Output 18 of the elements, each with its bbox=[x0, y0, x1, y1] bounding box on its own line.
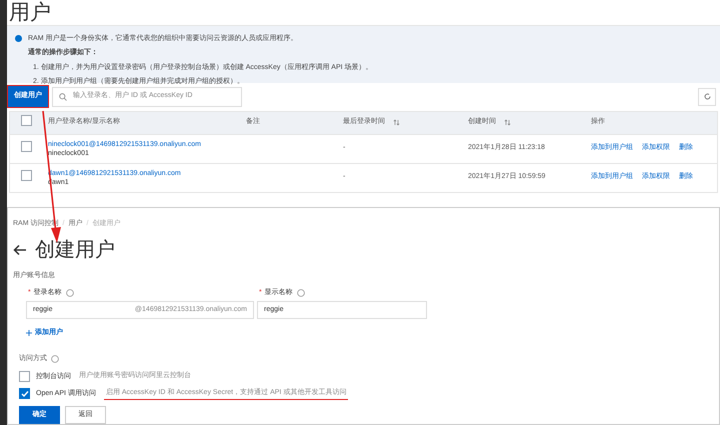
checkbox[interactable] bbox=[19, 388, 30, 400]
sort-icon[interactable] bbox=[393, 119, 400, 126]
checkbox[interactable] bbox=[21, 114, 32, 126]
sort-icon[interactable] bbox=[504, 119, 511, 126]
info-icon bbox=[15, 34, 22, 42]
checkbox[interactable] bbox=[19, 371, 30, 382]
checkbox[interactable] bbox=[21, 170, 32, 181]
plus-icon bbox=[26, 330, 32, 336]
page-title: 用户 bbox=[9, 2, 51, 23]
search-icon bbox=[59, 92, 67, 101]
help-icon bbox=[51, 354, 59, 363]
panel-title: 创建用户 bbox=[35, 240, 115, 260]
help-icon bbox=[66, 288, 74, 297]
checkbox[interactable] bbox=[21, 140, 32, 152]
help-icon bbox=[296, 288, 305, 297]
refresh-icon bbox=[704, 93, 710, 100]
back-arrow-icon[interactable] bbox=[13, 244, 27, 256]
refresh-button[interactable] bbox=[698, 88, 716, 106]
